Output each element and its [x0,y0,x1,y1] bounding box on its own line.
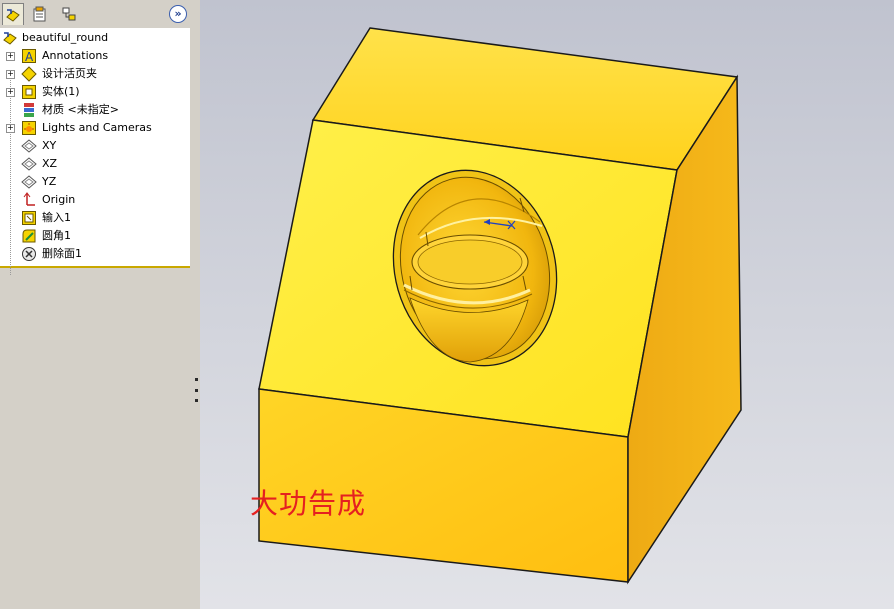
tree-item-label: 圆角1 [42,229,71,242]
material-icon [24,103,34,117]
imported-feature-icon [22,211,36,225]
origin-icon [23,192,35,206]
tree-item-plane-xz[interactable]: XZ [0,155,190,173]
tree-item-design-binder[interactable]: + 设计活页夹 [0,65,190,83]
solid-bodies-icon [22,85,36,99]
tree-item-label: Lights and Cameras [42,121,152,134]
tree-item-label: 实体(1) [42,85,80,98]
feature-manager-panel: » beautiful_round + A Annotations + 设计活页… [0,0,191,609]
svg-text:A: A [25,50,34,64]
tree-item-label: XY [42,139,57,152]
expand-toggle[interactable]: + [6,70,15,79]
tree-item-label: XZ [42,157,58,170]
tree-item-fillet1[interactable]: 圆角1 [0,227,190,245]
property-manager-tab[interactable] [29,3,51,25]
tree-item-lights-cameras[interactable]: + Lights and Cameras [0,119,190,137]
tree-item-delete-face1[interactable]: 删除面1 [0,245,190,263]
plane-icon [21,175,37,189]
tree-item-label: 设计活页夹 [42,67,97,80]
plane-icon [21,139,37,153]
tree-item-plane-xy[interactable]: XY [0,137,190,155]
tree-item-solid-bodies[interactable]: + 实体(1) [0,83,190,101]
plane-icon [21,157,37,171]
property-sheet-icon [33,6,46,22]
expand-panel-button[interactable]: » [169,5,187,23]
delete-face-icon [22,247,36,261]
tree-item-label: Annotations [42,49,109,62]
lights-cameras-icon [22,121,36,135]
fillet-icon [22,229,36,243]
expand-toggle[interactable]: + [6,88,15,97]
part-icon [3,32,17,45]
expand-toggle[interactable]: + [6,124,15,133]
tree-item-label: 删除面1 [42,247,82,260]
tree-item-import1[interactable]: 输入1 [0,209,190,227]
annotations-icon: A [22,49,36,64]
feature-manager-tab[interactable] [2,3,24,25]
tree-root[interactable]: beautiful_round [0,29,190,47]
tree-item-label: YZ [42,175,57,188]
tree-item-label: 材质 <未指定> [42,103,119,116]
tree-item-material[interactable]: 材质 <未指定> [0,101,190,119]
expand-toggle[interactable]: + [6,52,15,61]
tree-item-label: 输入1 [42,211,71,224]
panel-toolbar: » [0,0,190,29]
feature-tree-icon [6,8,20,22]
feature-tree: beautiful_round + A Annotations + 设计活页夹 … [0,28,190,275]
tree-item-plane-yz[interactable]: YZ [0,173,190,191]
tree-item-label: Origin [42,193,76,206]
design-binder-icon [21,66,37,82]
configuration-manager-tab[interactable] [58,3,80,25]
tree-root-label: beautiful_round [22,31,109,44]
configuration-icon [62,7,76,21]
completion-caption: 大功告成 [250,487,367,520]
tree-item-annotations[interactable]: + A Annotations [0,47,190,65]
splitter-grip-icon[interactable] [195,378,198,402]
tree-item-origin[interactable]: Origin [0,191,190,209]
